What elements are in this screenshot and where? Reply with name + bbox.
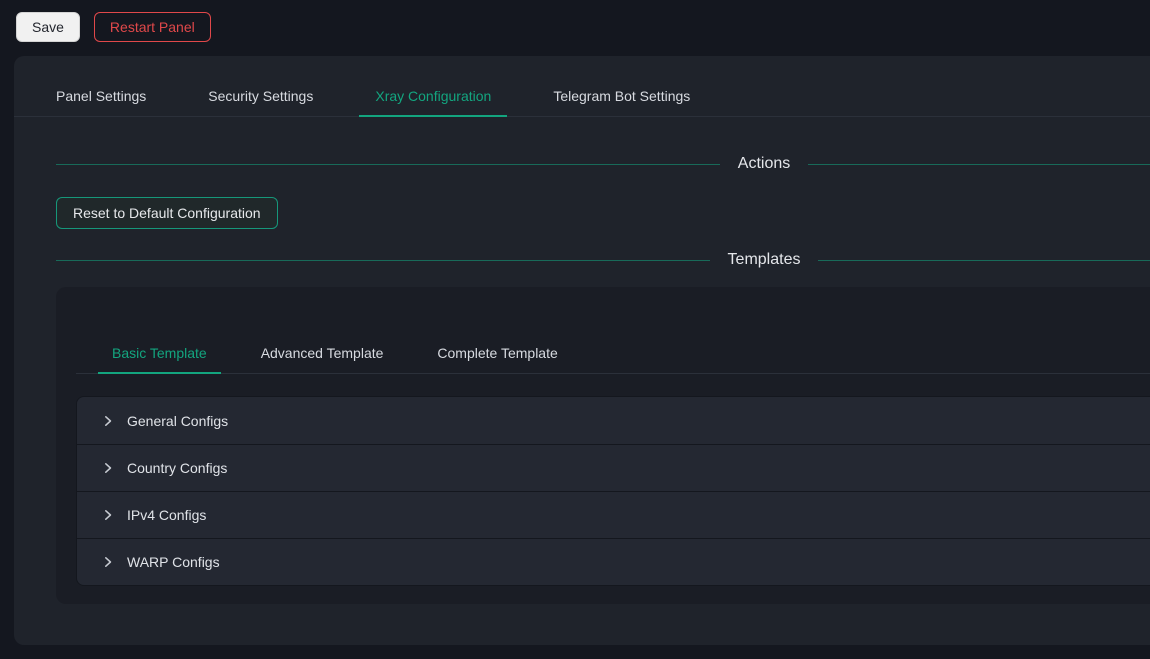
save-button[interactable]: Save <box>16 12 80 42</box>
templates-card: Basic Template Advanced Template Complet… <box>56 287 1150 604</box>
divider-line <box>808 164 1150 165</box>
tab-telegram-bot-settings[interactable]: Telegram Bot Settings <box>537 76 706 116</box>
restart-panel-button[interactable]: Restart Panel <box>94 12 211 42</box>
xray-configuration-panel: Actions Reset to Default Configuration T… <box>14 155 1150 604</box>
accordion-label: Country Configs <box>127 460 227 476</box>
chevron-right-icon <box>101 508 115 522</box>
tab-advanced-template[interactable]: Advanced Template <box>247 333 398 373</box>
actions-divider-label: Actions <box>720 155 808 173</box>
tab-panel-settings[interactable]: Panel Settings <box>40 76 162 116</box>
divider-line <box>56 164 720 165</box>
divider-line <box>818 260 1150 261</box>
tab-xray-configuration[interactable]: Xray Configuration <box>359 76 507 116</box>
tab-security-settings[interactable]: Security Settings <box>192 76 329 116</box>
settings-tabs: Panel Settings Security Settings Xray Co… <box>14 76 1150 117</box>
reset-default-configuration-button[interactable]: Reset to Default Configuration <box>56 197 278 229</box>
accordion-country-configs[interactable]: Country Configs <box>77 444 1150 491</box>
templates-divider-label: Templates <box>710 251 819 269</box>
settings-card: Panel Settings Security Settings Xray Co… <box>14 56 1150 645</box>
accordion-ipv4-configs[interactable]: IPv4 Configs <box>77 491 1150 538</box>
chevron-right-icon <box>101 555 115 569</box>
accordion-label: IPv4 Configs <box>127 507 206 523</box>
accordion-general-configs[interactable]: General Configs <box>77 397 1150 444</box>
accordion-warp-configs[interactable]: WARP Configs <box>77 538 1150 585</box>
templates-accordion: General Configs Country Configs IPv4 Con… <box>76 396 1150 586</box>
accordion-label: WARP Configs <box>127 554 220 570</box>
chevron-right-icon <box>101 461 115 475</box>
chevron-right-icon <box>101 414 115 428</box>
accordion-label: General Configs <box>127 413 228 429</box>
template-tabs: Basic Template Advanced Template Complet… <box>76 333 1150 374</box>
templates-divider: Templates <box>56 251 1150 269</box>
actions-divider: Actions <box>56 155 1150 173</box>
top-toolbar: Save Restart Panel <box>0 0 1150 54</box>
tab-basic-template[interactable]: Basic Template <box>98 333 221 373</box>
divider-line <box>56 260 710 261</box>
tab-complete-template[interactable]: Complete Template <box>423 333 571 373</box>
